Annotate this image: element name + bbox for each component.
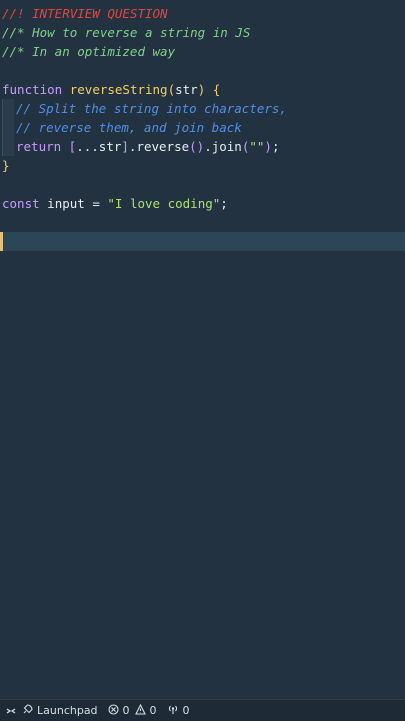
problems-indicator[interactable]: 0 0: [107, 703, 157, 718]
text-cursor: [0, 232, 3, 251]
bracket-open: [: [61, 139, 77, 154]
error-icon: [107, 703, 119, 718]
launchpad-label: Launchpad: [37, 704, 98, 717]
keyword-const: const: [2, 196, 40, 211]
ports-indicator[interactable]: 0: [167, 704, 190, 718]
semicolon: ;: [220, 196, 228, 211]
join-paren-close: ): [264, 139, 272, 154]
const-declaration: const input = "I love coding";: [2, 194, 228, 213]
join-arg-string: "": [249, 139, 265, 154]
remote-icon[interactable]: [4, 700, 18, 721]
paren-open: (: [167, 82, 176, 97]
param-str: str: [175, 82, 198, 97]
ports-count: 0: [182, 704, 190, 717]
code-line-9[interactable]: }: [0, 156, 405, 175]
keyword-function: function: [2, 82, 63, 97]
code-editor[interactable]: //! INTERVIEW QUESTION //* How to revers…: [0, 0, 405, 699]
dot: .: [204, 139, 212, 154]
code-line-8[interactable]: return [...str].reverse().join("");: [0, 137, 405, 156]
warnings-count: 0: [149, 704, 157, 717]
return-statement: return [...str].reverse().join("");: [2, 137, 279, 156]
comment-star: //* How to reverse a string in JS: [2, 25, 251, 40]
spread-operator: ...: [76, 139, 99, 154]
keyword-return: return: [16, 139, 62, 154]
function-name: reverseString: [69, 82, 168, 97]
assign-operator: =: [92, 196, 100, 211]
code-line-3[interactable]: //* In an optimized way: [0, 42, 405, 61]
bracket-close: ]: [121, 139, 129, 154]
code-line-2[interactable]: //* How to reverse a string in JS: [0, 23, 405, 42]
string-literal: "I love coding": [99, 196, 221, 211]
errors-count: 0: [122, 704, 130, 717]
var-str: str: [98, 139, 122, 154]
code-line-6[interactable]: // Split the string into characters,: [0, 99, 405, 118]
method-reverse: reverse: [136, 139, 190, 154]
code-line-7[interactable]: // reverse them, and join back: [0, 118, 405, 137]
brace-close: }: [2, 158, 10, 173]
code-line-5[interactable]: function reverseString(str) {: [0, 80, 405, 99]
comment-plain: // Split the string into characters,: [16, 101, 287, 116]
status-bar: Launchpad 0 0 0: [0, 699, 405, 721]
comment-alert: //! INTERVIEW QUESTION: [2, 6, 168, 21]
function-declaration: function reverseString(str) {: [2, 80, 220, 99]
variable-input: input: [39, 196, 93, 211]
warning-icon: [134, 703, 146, 718]
broadcast-icon: [167, 704, 179, 718]
brace-open: {: [205, 82, 221, 97]
method-join: join: [211, 139, 242, 154]
rocket-icon: [22, 703, 33, 718]
semicolon: ;: [271, 139, 280, 154]
current-line-highlight[interactable]: [0, 232, 405, 251]
reverse-parens: (): [189, 139, 205, 154]
code-line-11[interactable]: const input = "I love coding";: [0, 194, 405, 213]
launchpad-button[interactable]: Launchpad: [22, 703, 98, 718]
comment-plain: // reverse them, and join back: [16, 120, 242, 135]
comment-star: //* In an optimized way: [2, 44, 176, 59]
code-line-1[interactable]: //! INTERVIEW QUESTION: [0, 4, 405, 23]
